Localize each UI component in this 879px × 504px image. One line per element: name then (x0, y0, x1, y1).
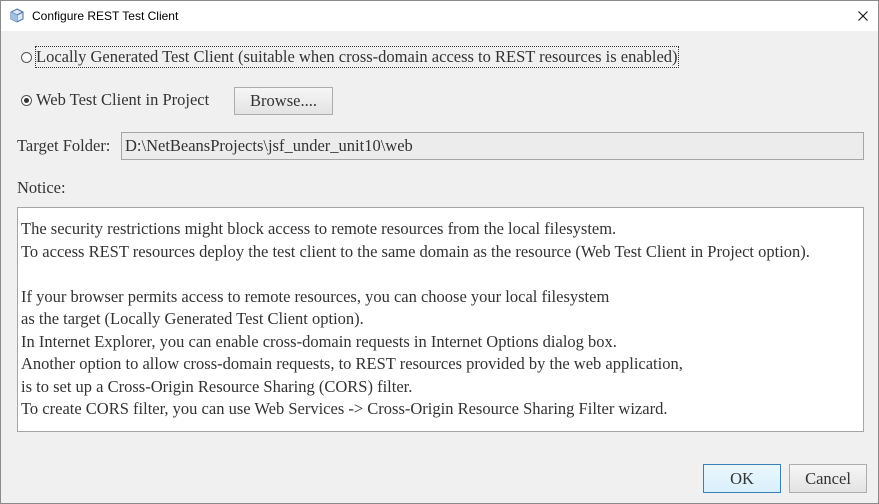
browse-button[interactable]: Browse.... (234, 87, 333, 115)
notice-text-area[interactable]: The security restrictions might block ac… (17, 207, 864, 432)
close-icon (858, 11, 868, 21)
ok-button[interactable]: OK (703, 464, 781, 493)
notice-line: To create CORS filter, you can use Web S… (21, 399, 668, 418)
cancel-button[interactable]: Cancel (789, 464, 867, 493)
local-client-radio[interactable] (21, 51, 32, 63)
title-bar: Configure REST Test Client (1, 1, 878, 31)
web-client-option[interactable]: Web Test Client in Project (21, 90, 209, 110)
target-folder-field[interactable]: D:\NetBeansProjects\jsf_under_unit10\web (121, 132, 864, 160)
notice-label: Notice: (17, 178, 66, 197)
configure-rest-dialog: Configure REST Test Client Locally Gener… (0, 0, 879, 504)
notice-line: The security restrictions might block ac… (21, 219, 617, 238)
netbeans-cube-icon (10, 8, 24, 23)
notice-line: as the target (Locally Generated Test Cl… (21, 309, 364, 328)
notice-line: is to set up a Cross-Origin Resource Sha… (21, 376, 413, 396)
web-client-radio[interactable] (21, 94, 32, 106)
local-client-label[interactable]: Locally Generated Test Client (suitable … (35, 46, 679, 68)
notice-line (21, 263, 863, 286)
notice-line: If your browser permits access to remote… (21, 286, 610, 306)
close-button[interactable] (848, 1, 878, 31)
target-folder-label: Target Folder: (17, 136, 111, 155)
local-client-option[interactable]: Locally Generated Test Client (suitable … (21, 46, 679, 68)
web-client-label[interactable]: Web Test Client in Project (36, 90, 209, 110)
notice-line: To access REST resources deploy the test… (21, 241, 810, 261)
notice-line: In Internet Explorer, you can enable cro… (21, 331, 617, 351)
window-title: Configure REST Test Client (32, 9, 179, 23)
notice-line: Another option to allow cross-domain req… (21, 354, 683, 373)
